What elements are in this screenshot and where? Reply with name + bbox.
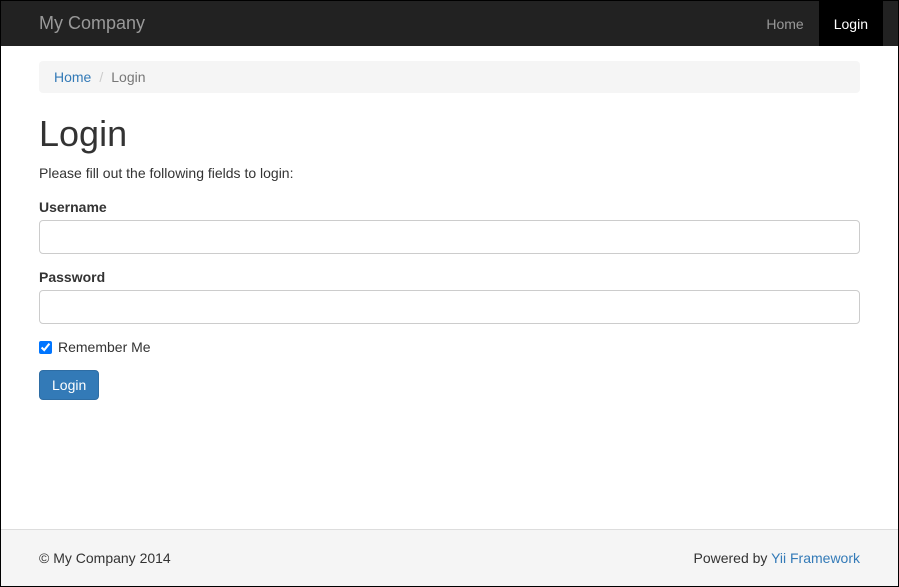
remember-label: Remember Me: [58, 339, 151, 355]
navbar: My Company Home Login: [1, 1, 898, 46]
login-button[interactable]: Login: [39, 370, 99, 400]
nav-link-home[interactable]: Home: [751, 1, 818, 46]
username-input[interactable]: [39, 220, 860, 254]
breadcrumb: Home Login: [39, 61, 860, 93]
footer-copyright: © My Company 2014: [39, 550, 171, 566]
form-group-submit: Login: [39, 370, 860, 400]
password-label: Password: [39, 269, 860, 285]
login-form: Username Password Remember Me Login: [39, 199, 860, 400]
page-hint: Please fill out the following fields to …: [39, 165, 860, 181]
breadcrumb-item-current: Login: [91, 69, 145, 85]
nav-item-login[interactable]: Login: [819, 1, 883, 46]
footer-powered-prefix: Powered by: [693, 550, 771, 566]
footer-powered: Powered by Yii Framework: [693, 550, 860, 566]
password-input[interactable]: [39, 290, 860, 324]
navbar-nav: Home Login: [751, 1, 883, 46]
breadcrumb-item-home: Home: [54, 69, 91, 85]
form-group-username: Username: [39, 199, 860, 254]
nav-link-login[interactable]: Login: [819, 1, 883, 46]
page-title: Login: [39, 113, 860, 155]
footer: © My Company 2014 Powered by Yii Framewo…: [1, 529, 898, 586]
remember-label-wrapper[interactable]: Remember Me: [39, 339, 860, 355]
username-label: Username: [39, 199, 860, 215]
breadcrumb-link-home[interactable]: Home: [54, 69, 91, 85]
nav-item-home[interactable]: Home: [751, 1, 818, 46]
remember-checkbox[interactable]: [39, 341, 52, 354]
main-container: Home Login Login Please fill out the fol…: [1, 46, 898, 529]
form-group-remember: Remember Me: [39, 339, 860, 355]
navbar-brand[interactable]: My Company: [39, 13, 145, 34]
form-group-password: Password: [39, 269, 860, 324]
footer-powered-link[interactable]: Yii Framework: [771, 550, 860, 566]
